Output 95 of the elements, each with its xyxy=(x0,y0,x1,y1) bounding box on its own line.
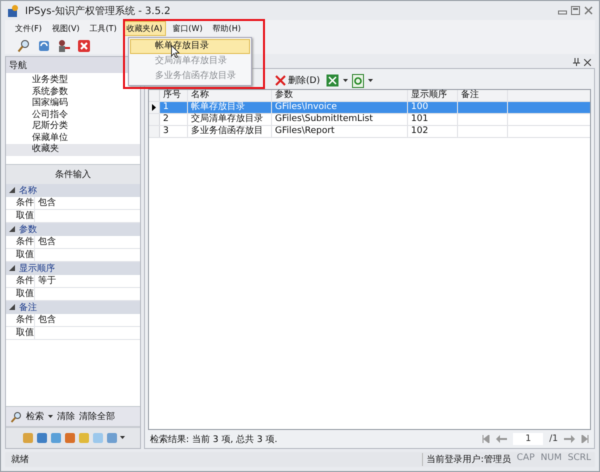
search-icon[interactable] xyxy=(17,38,31,52)
close-icon[interactable] xyxy=(584,58,591,66)
dropdown-caret-icon[interactable] xyxy=(120,436,124,440)
delete-icon xyxy=(275,75,286,86)
property-label: 取值 xyxy=(6,326,35,338)
app-logo-icon xyxy=(7,4,21,18)
key-indicator: SCRL xyxy=(568,453,591,465)
navigation-item[interactable]: 尼斯分类 xyxy=(6,121,140,132)
column-header[interactable]: 备注 xyxy=(458,90,508,101)
collapse-triangle-icon[interactable] xyxy=(9,304,15,310)
toolbar-tile-icon[interactable] xyxy=(64,432,76,444)
menu-item[interactable]: 帮助(H) xyxy=(208,21,245,36)
window-title: IPSys-知识产权管理系统 - 3.5.2 xyxy=(25,4,170,18)
group-title: 显示顺序 xyxy=(19,262,55,274)
toolbar-tile-icon[interactable] xyxy=(106,432,118,444)
table-cell: 1 xyxy=(160,102,188,113)
previous-page-icon[interactable] xyxy=(496,435,508,443)
property-label: 条件 xyxy=(6,274,35,286)
menu-item[interactable]: 窗口(W) xyxy=(168,21,207,36)
property-label: 取值 xyxy=(6,248,35,260)
navigation-item[interactable]: 保藏单位 xyxy=(6,132,140,144)
toolbar-tile-icon[interactable] xyxy=(92,432,104,444)
dropdown-caret-icon[interactable] xyxy=(368,78,373,82)
column-header[interactable]: 序号 xyxy=(160,90,188,101)
property-label: 条件 xyxy=(6,314,35,326)
navigation-item[interactable]: 收藏夹 xyxy=(6,144,140,156)
spreadsheet-icon[interactable] xyxy=(326,74,339,87)
toolbar-tile-icon[interactable] xyxy=(78,432,90,444)
next-page-icon[interactable] xyxy=(564,435,575,443)
delete-button[interactable]: 删除(D) xyxy=(273,74,322,87)
search-link[interactable]: 检索 xyxy=(26,410,44,423)
pin-icon[interactable] xyxy=(573,58,580,66)
status-text: 就绪 xyxy=(11,454,29,466)
toolbar-tile-icon[interactable] xyxy=(50,432,62,444)
search-icon xyxy=(10,410,22,422)
refresh-icon[interactable] xyxy=(37,38,51,52)
table-cell: GFiles\Invoice xyxy=(272,102,408,113)
menu-option[interactable]: 帐单存放目录 xyxy=(130,39,250,54)
navigation-item[interactable]: 系统参数 xyxy=(6,86,140,98)
property-value[interactable]: 包含 xyxy=(35,236,140,248)
last-page-icon[interactable] xyxy=(581,435,589,443)
collapse-triangle-icon[interactable] xyxy=(9,226,15,232)
table-cell: 101 xyxy=(408,114,458,125)
property-value[interactable]: 包含 xyxy=(35,314,140,326)
current-user: 当前登录用户:管理员 xyxy=(426,454,511,466)
navigation-item[interactable]: 国家编码 xyxy=(6,98,140,110)
property-value[interactable]: 包含 xyxy=(35,196,140,208)
table-cell: 100 xyxy=(408,102,458,113)
menu-item[interactable]: 收藏夹(A) xyxy=(122,21,166,36)
dropdown-caret-icon[interactable] xyxy=(48,414,53,418)
user-key-icon[interactable] xyxy=(57,38,71,52)
property-label: 条件 xyxy=(6,196,35,208)
table-row[interactable]: 3 多业务信函存放目 GFiles\Report 102 xyxy=(149,126,590,138)
document-refresh-icon[interactable] xyxy=(352,74,364,88)
table-cell: 3 xyxy=(160,126,188,137)
menu-item[interactable]: 文件(F) xyxy=(11,21,46,36)
collapse-triangle-icon[interactable] xyxy=(9,187,15,193)
key-indicator: NUM xyxy=(540,453,562,465)
property-value[interactable]: 等于 xyxy=(35,274,140,286)
collapse-triangle-icon[interactable] xyxy=(9,265,15,271)
column-header[interactable]: 名称 xyxy=(188,90,272,101)
menu-item[interactable]: 工具(T) xyxy=(86,21,121,36)
menu-item[interactable]: 视图(V) xyxy=(48,21,84,36)
group-title: 名称 xyxy=(19,184,37,196)
close-icon[interactable] xyxy=(584,6,593,15)
page-total: /1 xyxy=(549,434,558,444)
table-cell: 帐单存放目录 xyxy=(188,102,272,113)
current-row-icon xyxy=(152,104,156,111)
clear-link[interactable]: 清除 xyxy=(57,410,75,423)
dropdown-caret-icon[interactable] xyxy=(342,78,348,82)
navigation-item[interactable]: 公司指令 xyxy=(6,110,140,121)
toolbar-tile-icon[interactable] xyxy=(36,432,48,444)
table-cell: 多业务信函存放目 xyxy=(188,126,272,137)
table-row[interactable]: 2 交局清单存放目录 GFiles\SubmitItemList 101 xyxy=(149,114,590,126)
table-cell: 102 xyxy=(408,126,458,137)
group-title: 参数 xyxy=(19,224,37,236)
result-summary: 检索结果: 当前 3 项, 总共 3 项. xyxy=(150,434,278,446)
page-number-field[interactable]: 1 xyxy=(513,433,544,445)
clear-all-link[interactable]: 清除全部 xyxy=(79,410,115,423)
key-indicator: CAP xyxy=(516,453,535,465)
maximize-icon[interactable] xyxy=(571,6,580,15)
property-label: 取值 xyxy=(6,210,35,222)
table-cell: GFiles\Report xyxy=(272,126,408,137)
table-cell: GFiles\SubmitItemList xyxy=(272,114,408,125)
table-cell: 交局清单存放目录 xyxy=(188,114,272,125)
table-cell: 2 xyxy=(160,114,188,125)
condition-panel-header: 条件输入 xyxy=(6,164,140,184)
first-page-icon[interactable] xyxy=(482,435,490,443)
group-title: 备注 xyxy=(19,302,37,314)
column-header[interactable]: 参数 xyxy=(272,90,408,101)
close-icon[interactable] xyxy=(77,38,91,52)
property-label: 取值 xyxy=(6,288,35,300)
property-label: 条件 xyxy=(6,236,35,248)
toolbar-tile-icon[interactable] xyxy=(22,432,34,444)
column-header[interactable]: 显示顺序 xyxy=(408,90,458,101)
